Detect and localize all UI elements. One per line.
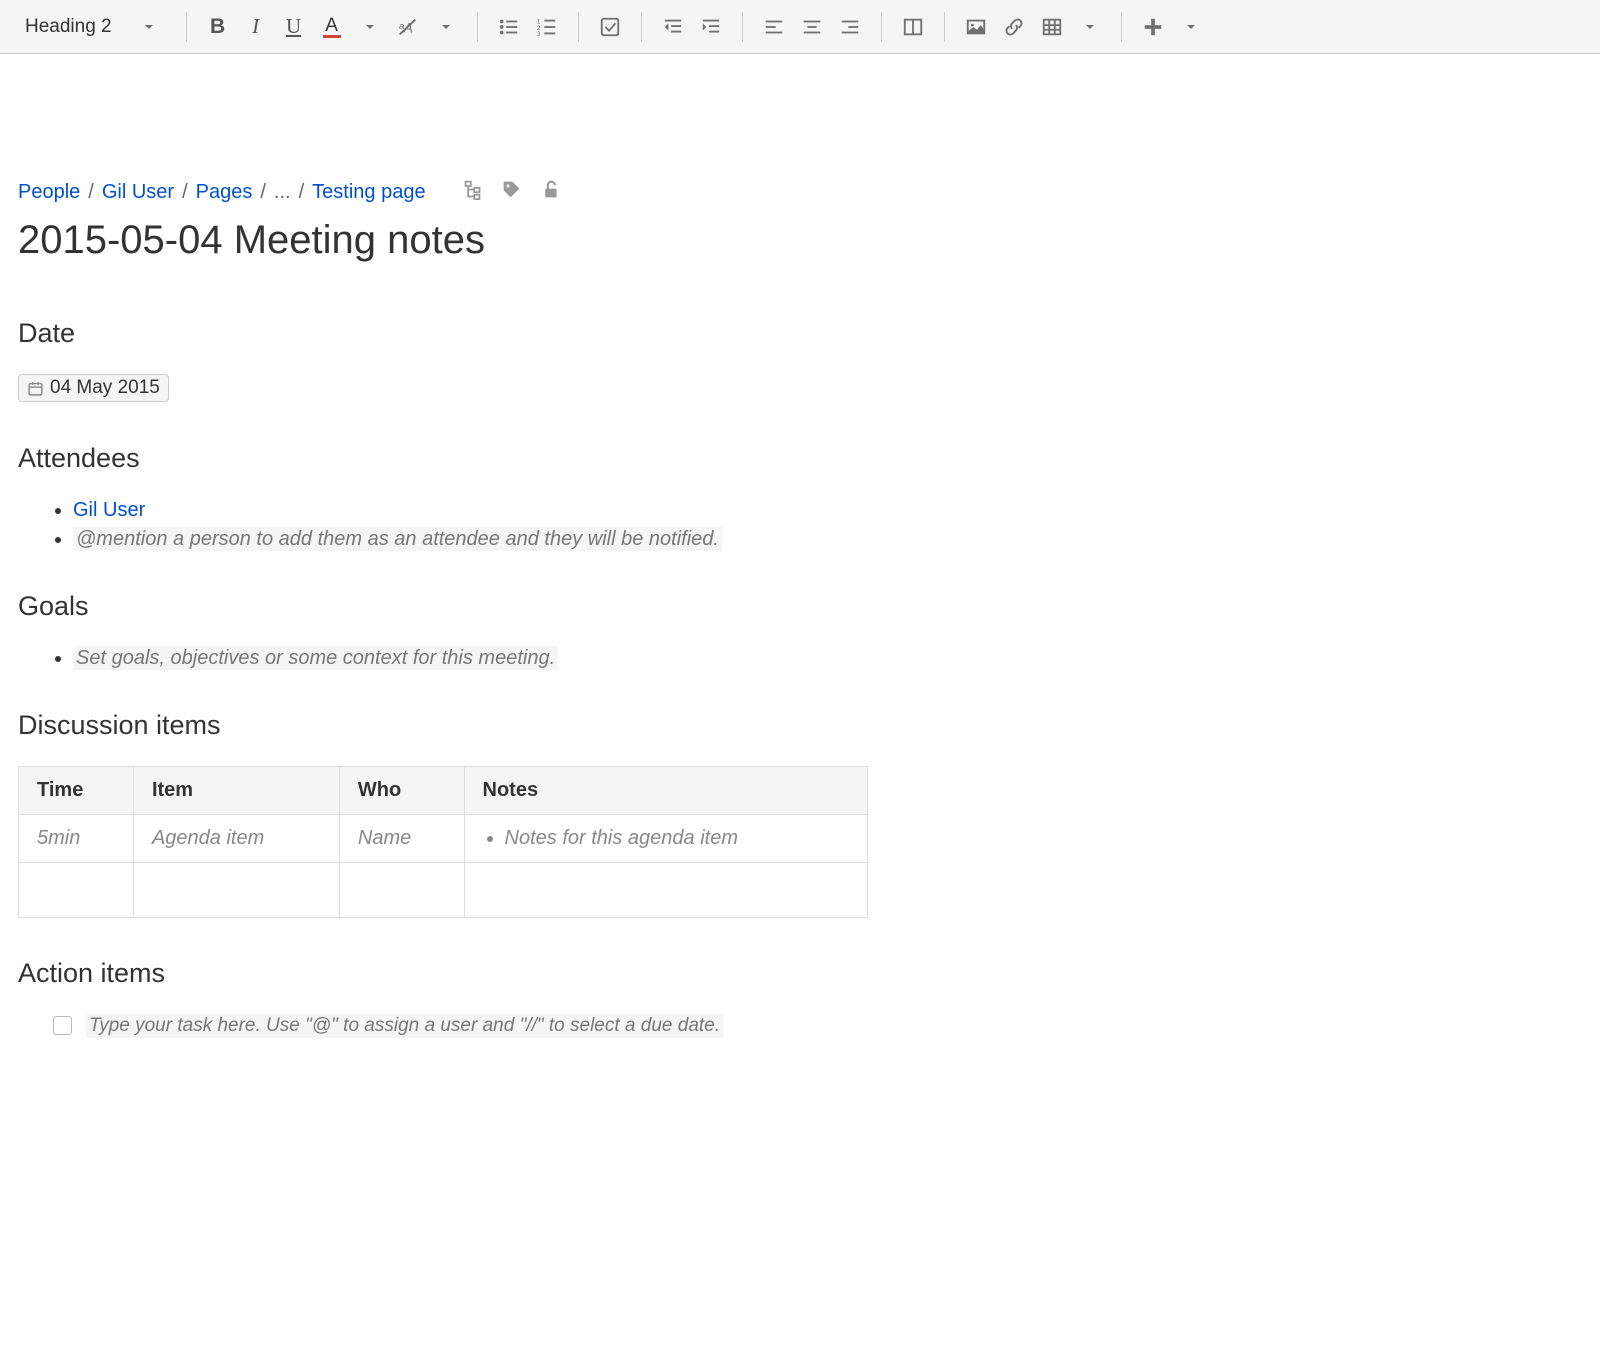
align-center-icon [801, 16, 823, 38]
toolbar-separator [881, 12, 882, 42]
section-heading-date[interactable]: Date [18, 318, 1182, 349]
breadcrumb-link[interactable]: People [18, 181, 80, 204]
table-header[interactable]: Item [133, 766, 339, 814]
align-left-button[interactable] [755, 9, 793, 45]
numbered-list-button[interactable]: 123 [528, 9, 566, 45]
list-item[interactable]: @mention a person to add them as an atte… [73, 528, 1182, 551]
task-list-button[interactable] [591, 9, 629, 45]
table-header[interactable]: Who [339, 766, 464, 814]
page-title[interactable]: 2015-05-04 Meeting notes [18, 218, 1182, 263]
chevron-down-icon [142, 16, 154, 38]
unlock-icon[interactable] [540, 179, 561, 206]
insert-more-button[interactable] [1134, 9, 1172, 45]
toolbar-separator [186, 12, 187, 42]
clear-format-icon: ᵃA [397, 16, 419, 38]
toolbar-separator [578, 12, 579, 42]
align-center-button[interactable] [793, 9, 831, 45]
bold-button[interactable]: B [199, 9, 237, 45]
task-item[interactable]: Type your task here. Use "@" to assign a… [53, 1014, 1182, 1038]
table-cell[interactable]: Agenda item [133, 814, 339, 862]
checkbox-icon [599, 16, 621, 38]
table-cell[interactable] [339, 862, 464, 917]
calendar-icon [27, 380, 44, 397]
toolbar-separator [641, 12, 642, 42]
notes-item[interactable]: Notes for this agenda item [505, 827, 849, 850]
breadcrumb-separator: / [182, 181, 188, 204]
insert-link-button[interactable] [995, 9, 1033, 45]
toolbar-separator [477, 12, 478, 42]
placeholder-text: @mention a person to add them as an atte… [73, 527, 722, 551]
section-heading-discussion[interactable]: Discussion items [18, 710, 1182, 741]
date-macro[interactable]: 04 May 2015 [18, 374, 169, 402]
table-cell[interactable] [19, 862, 134, 917]
user-mention[interactable]: Gil User [73, 499, 145, 521]
table-cell[interactable]: Notes for this agenda item [464, 814, 867, 862]
breadcrumb-link[interactable]: Pages [196, 181, 253, 204]
clear-formatting-button[interactable]: ᵃA [389, 9, 427, 45]
table-row[interactable]: 5min Agenda item Name Notes for this age… [19, 814, 868, 862]
breadcrumb-current[interactable]: Testing page [312, 181, 425, 204]
list-item[interactable]: Gil User [73, 499, 1182, 522]
attendees-list[interactable]: Gil User @mention a person to add them a… [73, 499, 1182, 551]
date-value: 04 May 2015 [50, 377, 160, 399]
goals-list[interactable]: Set goals, objectives or some context fo… [73, 647, 1182, 670]
numbered-list-icon: 123 [536, 16, 558, 38]
task-checkbox[interactable] [53, 1016, 72, 1035]
breadcrumb-ellipsis[interactable]: ... [274, 181, 291, 204]
insert-image-button[interactable] [957, 9, 995, 45]
table-cell[interactable]: 5min [19, 814, 134, 862]
breadcrumb-link[interactable]: Gil User [102, 181, 174, 204]
toolbar-separator [944, 12, 945, 42]
text-color-dropdown[interactable] [351, 9, 389, 45]
paragraph-style-label: Heading 2 [25, 16, 112, 38]
plus-icon [1142, 16, 1164, 38]
bullet-list-button[interactable] [490, 9, 528, 45]
breadcrumb-separator: / [299, 181, 305, 204]
discussion-items-table[interactable]: Time Item Who Notes 5min Agenda item Nam… [18, 766, 868, 918]
table-header[interactable]: Time [19, 766, 134, 814]
insert-table-button[interactable] [1033, 9, 1071, 45]
table-cell[interactable] [133, 862, 339, 917]
italic-button[interactable]: I [237, 9, 275, 45]
list-item[interactable]: Set goals, objectives or some context fo… [73, 647, 1182, 670]
toolbar-separator [742, 12, 743, 42]
page-layout-button[interactable] [894, 9, 932, 45]
placeholder-text: Set goals, objectives or some context fo… [73, 646, 558, 670]
underline-button[interactable]: U [275, 9, 313, 45]
link-icon [1003, 16, 1025, 38]
table-cell[interactable] [464, 862, 867, 917]
indent-button[interactable] [692, 9, 730, 45]
editor-toolbar: Heading 2 B I U A ᵃA 123 [0, 0, 1600, 54]
toolbar-separator [1121, 12, 1122, 42]
table-header[interactable]: Notes [464, 766, 867, 814]
breadcrumb-separator: / [88, 181, 94, 204]
label-icon[interactable] [501, 179, 522, 206]
svg-text:3: 3 [537, 31, 541, 38]
align-left-icon [763, 16, 785, 38]
more-formatting-dropdown[interactable] [427, 9, 465, 45]
outdent-button[interactable] [654, 9, 692, 45]
page-content[interactable]: People / Gil User / Pages / ... / Testin… [0, 54, 1200, 1078]
table-icon [1041, 16, 1063, 38]
breadcrumb: People / Gil User / Pages / ... / Testin… [18, 179, 1182, 206]
table-cell[interactable]: Name [339, 814, 464, 862]
text-color-button[interactable]: A [313, 9, 351, 45]
placeholder-text: Type your task here. Use "@" to assign a… [86, 1014, 723, 1038]
insert-more-dropdown[interactable] [1172, 9, 1210, 45]
layout-icon [902, 16, 924, 38]
section-heading-action[interactable]: Action items [18, 958, 1182, 989]
section-heading-attendees[interactable]: Attendees [18, 443, 1182, 474]
paragraph-style-dropdown[interactable]: Heading 2 [15, 12, 164, 42]
indent-icon [700, 16, 722, 38]
outdent-icon [662, 16, 684, 38]
image-icon [965, 16, 987, 38]
breadcrumb-separator: / [260, 181, 266, 204]
table-row[interactable] [19, 862, 868, 917]
align-right-icon [839, 16, 861, 38]
section-heading-goals[interactable]: Goals [18, 591, 1182, 622]
page-tree-icon[interactable] [462, 179, 483, 206]
bullet-list-icon [498, 16, 520, 38]
table-dropdown[interactable] [1071, 9, 1109, 45]
align-right-button[interactable] [831, 9, 869, 45]
